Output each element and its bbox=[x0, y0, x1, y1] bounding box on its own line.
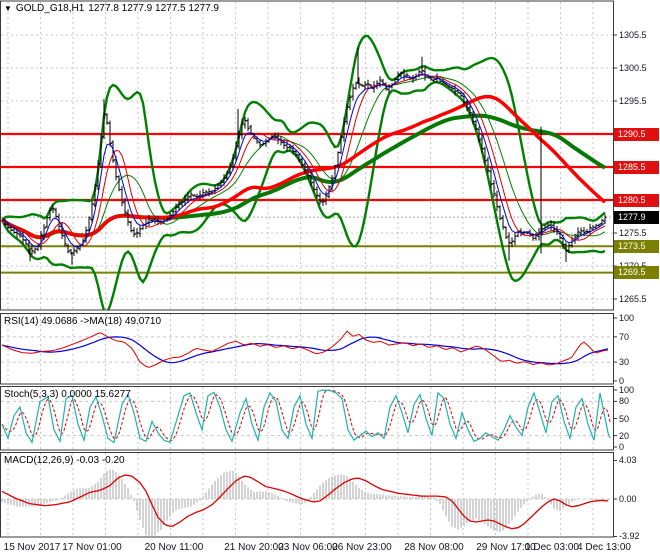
price-marker-olive: 1273.5 bbox=[614, 240, 659, 253]
price-marker-red: 1280.5 bbox=[614, 194, 659, 207]
price-marker-black: 1277.9 bbox=[614, 211, 659, 224]
stoch-tick-label: 0 bbox=[619, 442, 624, 453]
macd-tick-label: 4.03 bbox=[619, 455, 637, 466]
time-axis-label: 28 Nov 08:00 bbox=[404, 542, 464, 553]
price-tick-label: 1265.5 bbox=[619, 294, 647, 305]
time-axis-label: 21 Nov 20:00 bbox=[224, 542, 284, 553]
stoch-tick-label: 100 bbox=[619, 385, 634, 396]
price-marker-red: 1285.5 bbox=[614, 161, 659, 174]
stoch-tick-label: 50 bbox=[619, 414, 629, 425]
time-axis-label: 26 Nov 23:00 bbox=[332, 542, 392, 553]
chart-window: ▼ GOLD_G18,H1 1277.8 1277.9 1277.5 1277.… bbox=[0, 0, 660, 560]
time-axis-label: 15 Nov 2017 bbox=[4, 542, 61, 553]
main-chart-panel[interactable] bbox=[0, 1, 614, 311]
macd-indicator-label: MACD(12,26,9) -0.03 -0.20 bbox=[4, 455, 125, 466]
time-axis-label: 4 Dec 13:00 bbox=[577, 542, 631, 553]
rsi-tick-label: 30 bbox=[619, 357, 629, 368]
symbol-dropdown-icon[interactable]: ▼ bbox=[4, 4, 12, 14]
rsi-tick-label: 100 bbox=[619, 313, 634, 324]
symbol-quotes: 1277.8 1277.9 1277.5 1277.9 bbox=[88, 3, 219, 14]
time-axis-label: 20 Nov 11:00 bbox=[145, 542, 204, 553]
macd-tick-label: 0.00 bbox=[619, 494, 637, 505]
price-marker-olive: 1269.5 bbox=[614, 266, 659, 279]
price-tick-label: 1275.5 bbox=[619, 228, 647, 239]
price-tick-label: 1295.5 bbox=[619, 96, 647, 107]
chart-title-bar: ▼ GOLD_G18,H1 1277.8 1277.9 1277.5 1277.… bbox=[4, 3, 219, 14]
stoch-tick-label: 20 bbox=[619, 431, 629, 442]
stoch-tick-label: 80 bbox=[619, 396, 629, 407]
macd-tick-label: -3.92 bbox=[619, 531, 640, 542]
rsi-tick-label: 70 bbox=[619, 332, 629, 343]
stochastic-indicator-label: Stoch(5,3,3) 0.0000 15.6277 bbox=[4, 389, 131, 400]
price-tick-label: 1300.5 bbox=[619, 63, 647, 74]
time-axis-label: 23 Nov 06:00 bbox=[278, 542, 338, 553]
time-axis-label: 17 Nov 01:00 bbox=[62, 542, 122, 553]
rsi-indicator-label: RSI(14) 49.0686 ->MA(18) 49.0710 bbox=[4, 316, 161, 327]
time-axis-label: 1 Dec 03:00 bbox=[525, 542, 579, 553]
price-tick-label: 1305.5 bbox=[619, 30, 647, 41]
symbol-title: GOLD_G18,H1 bbox=[16, 3, 84, 14]
price-marker-red: 1290.5 bbox=[614, 128, 659, 141]
